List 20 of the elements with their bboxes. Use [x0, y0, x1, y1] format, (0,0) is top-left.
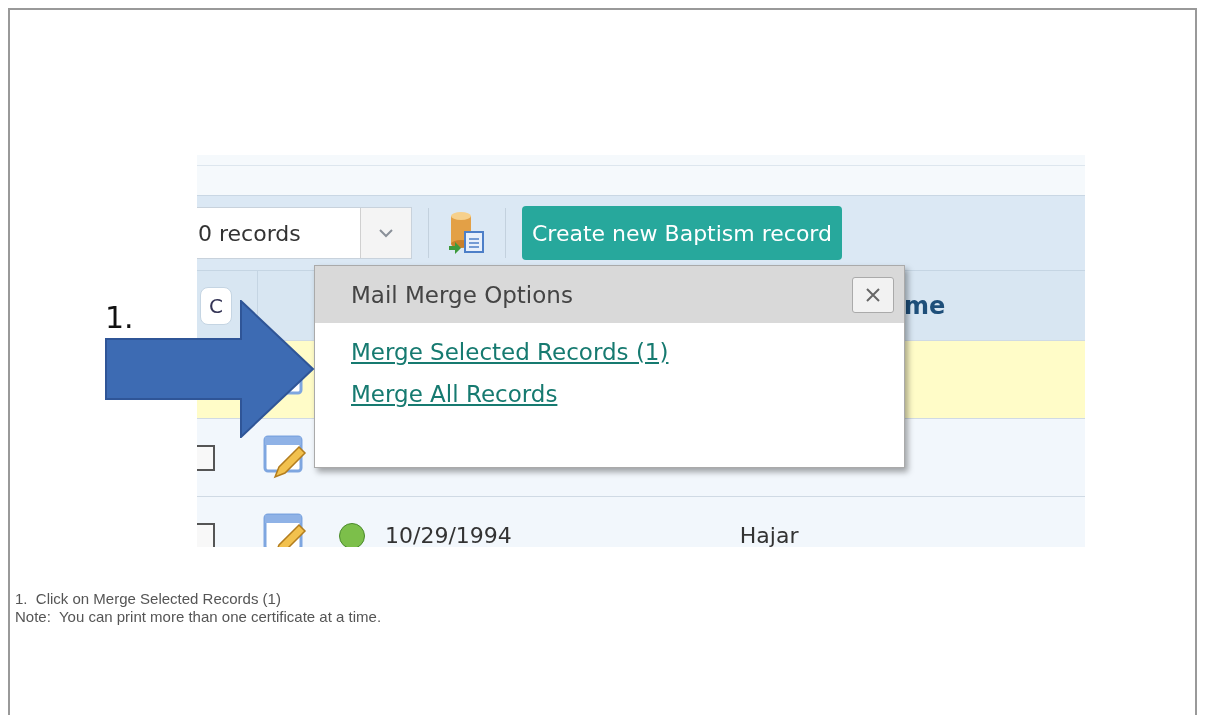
column-header[interactable]: C	[200, 286, 232, 325]
step-number: 1.	[105, 300, 134, 335]
date-text: 10/29/1994	[385, 523, 512, 547]
merge-link[interactable]: Merge Selected Records (1)	[351, 339, 669, 365]
close-icon	[865, 286, 881, 303]
close-button[interactable]	[852, 276, 894, 313]
table-row[interactable]: 10/29/1994 Hajar	[197, 496, 1085, 547]
row-checkbox[interactable]	[197, 444, 215, 471]
window-pencil-icon	[263, 512, 309, 547]
row-checkbox[interactable]	[197, 522, 215, 547]
instruction-text: Note: You can print more than one certificate at a time.	[15, 608, 383, 626]
chevron-down-icon	[378, 228, 394, 238]
window-pencil-icon	[263, 434, 309, 481]
popup-title: Mail Merge Options	[351, 281, 573, 308]
instruction-text: 1. Click on Merge Selected Records (1)	[15, 590, 282, 608]
records-select[interactable]: 0 records	[197, 207, 412, 259]
column-header[interactable]: me	[904, 291, 946, 320]
merge-link[interactable]: Merge All Records	[351, 381, 558, 407]
arrow-icon	[105, 300, 315, 438]
name-text: Hajar	[739, 523, 799, 547]
